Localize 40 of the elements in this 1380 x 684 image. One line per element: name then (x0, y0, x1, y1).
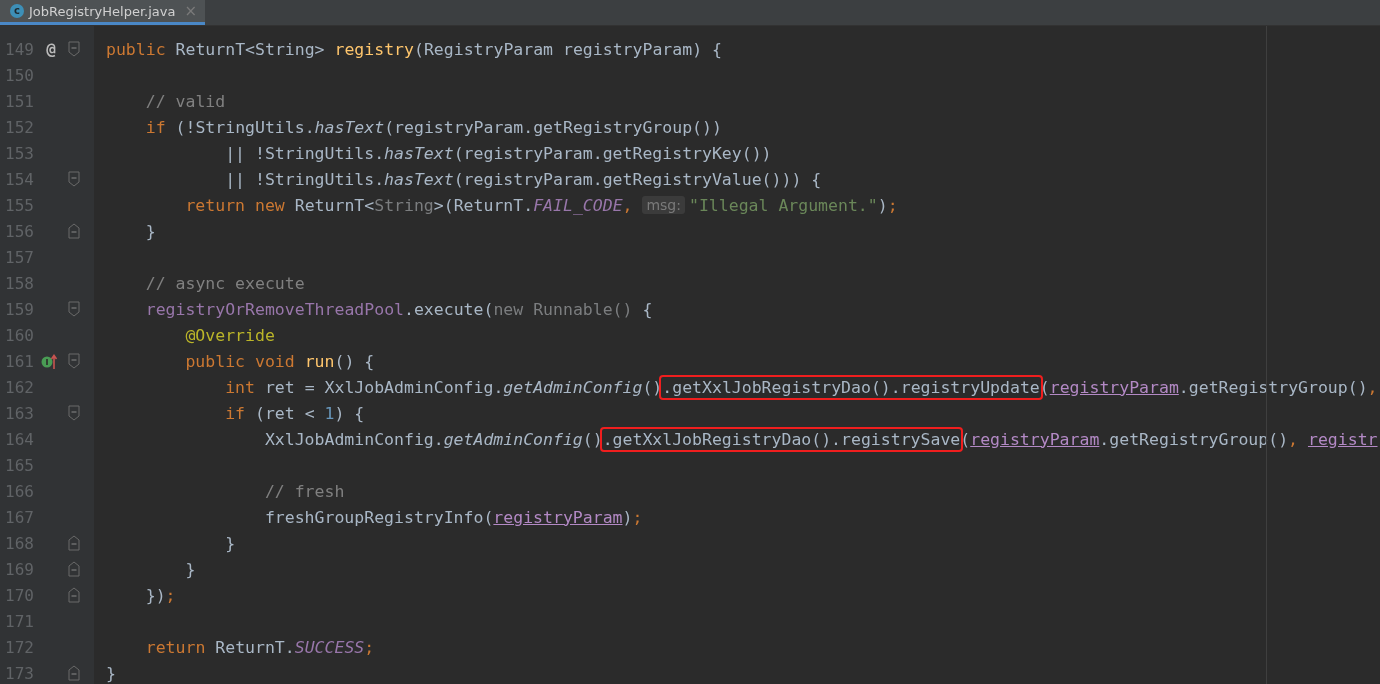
parameter-hint: msg: (642, 196, 685, 214)
code-text: } (145, 221, 156, 241)
code-text: } (225, 533, 236, 553)
code-text: registryOrRemoveThreadPool.execute(new Runnable() { (145, 299, 653, 319)
code-text: int ret = XxlJobAdminConfig.getAdminConfig() (225, 377, 663, 397)
code-text: public void run() { (185, 351, 375, 371)
code-text: if (ret < 1) { (225, 403, 365, 423)
code-text: return ReturnT.SUCCESS; (145, 637, 375, 657)
fold-icon (68, 665, 80, 681)
code-text: // valid (145, 91, 226, 111)
fold-icon (68, 41, 80, 57)
fold-icon (68, 353, 80, 369)
code-text: @Override (185, 325, 275, 345)
class-icon: c (10, 4, 24, 18)
code-text: } (185, 559, 196, 579)
code-text: || !StringUtils.hasText(registryParam.getRegistryKey()) (225, 143, 772, 163)
fold-icon (68, 587, 80, 603)
code-text: public ReturnT<String> registry(RegistryParam registryParam) { (106, 39, 722, 59)
code-text: if (!StringUtils.hasText(registryParam.getRegistryGroup()) (145, 117, 722, 137)
file-tab[interactable]: c JobRegistryHelper.java × (0, 0, 205, 25)
code-text: } (106, 663, 116, 683)
code-text: return new ReturnT<String>(ReturnT.FAIL_CODE, (185, 195, 634, 215)
code-text: }); (145, 585, 176, 605)
fold-icon (68, 171, 80, 187)
highlighted-code: .getXxlJobRegistryDao().registrySave (602, 429, 961, 449)
code-text: "Illegal Argument."); (689, 195, 898, 215)
fold-icon (68, 535, 80, 551)
code-text: freshGroupRegistryInfo(registryParam); (264, 507, 643, 527)
annotation-marker[interactable]: @ (46, 39, 56, 59)
code-text: // async execute (145, 273, 305, 293)
fold-icon (68, 561, 80, 577)
fold-icon (68, 405, 80, 421)
code-text: // fresh (264, 481, 345, 501)
highlighted-code: .getXxlJobRegistryDao().registryUpdate (662, 377, 1040, 397)
code-text: || !StringUtils.hasText(registryParam.getRegistryValue())) { (225, 169, 822, 189)
code-text: XxlJobAdminConfig.getAdminConfig() (264, 429, 603, 449)
fold-icon (68, 223, 80, 239)
code-text: (registryParam.getRegistryGroup(), (1039, 377, 1378, 397)
code-text: (registryParam.getRegistryGroup(), registr (960, 429, 1378, 449)
fold-icon (68, 301, 80, 317)
